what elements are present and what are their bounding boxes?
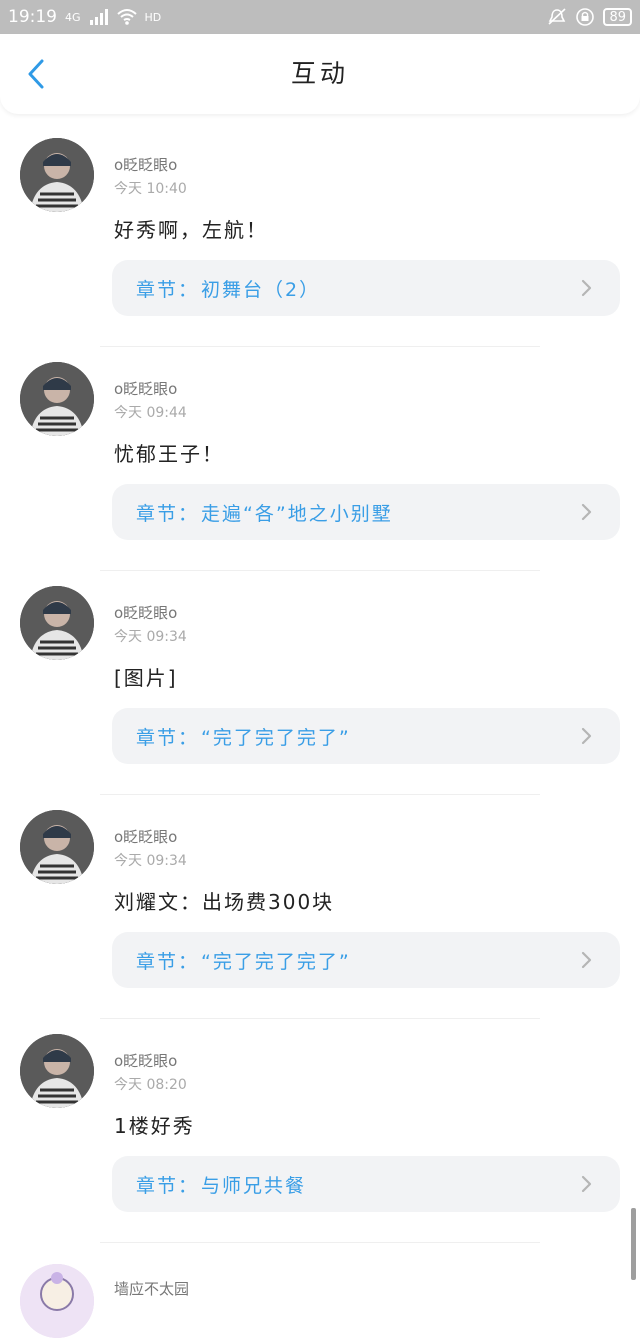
message-content: [图片]: [114, 666, 178, 690]
chevron-right-icon: [581, 503, 592, 521]
chevron-right-icon: [581, 279, 592, 297]
scrollbar[interactable]: [631, 1208, 636, 1280]
username: 墙应不太园: [114, 1280, 190, 1298]
avatar[interactable]: [20, 1034, 94, 1108]
hd-badge: HD: [144, 10, 162, 24]
chapter-link[interactable]: 章节： 走遍“各”地之小别墅: [112, 484, 620, 540]
mute-icon: [548, 8, 567, 25]
avatar-image: [20, 1034, 94, 1108]
chapter-title: 走遍“各”地之小别墅: [201, 502, 393, 525]
header-bar: 互动: [0, 34, 640, 114]
timestamp: 今天 08:20: [114, 1077, 187, 1093]
message-item[interactable]: o眨眨眼o 今天 08:20 1楼好秀 章节： 与师兄共餐: [0, 1020, 640, 1244]
message-content: 好秀啊，左航！: [114, 218, 268, 242]
timestamp: 今天 09:34: [114, 853, 187, 869]
username: o眨眨眼o: [114, 1052, 178, 1070]
chapter-title: 与师兄共餐: [201, 1174, 307, 1197]
status-bar: 19:19 4G HD 89: [0, 0, 640, 34]
chapter-label: 章节：: [136, 950, 200, 973]
chapter-title: 初舞台（2）: [201, 278, 321, 301]
chevron-right-icon: [581, 1175, 592, 1193]
divider: [100, 1018, 540, 1019]
lock-icon: [576, 8, 595, 26]
timestamp: 今天 09:44: [114, 405, 187, 421]
chapter-title: “完了完了完了”: [201, 950, 351, 973]
message-item[interactable]: o眨眨眼o 今天 10:40 好秀啊，左航！ 章节： 初舞台（2）: [0, 124, 640, 348]
chapter-label: 章节：: [136, 726, 200, 749]
battery-level: 89: [603, 8, 632, 26]
avatar-image: [20, 586, 94, 660]
avatar-image: [20, 1264, 94, 1338]
avatar-image: [20, 810, 94, 884]
message-content: 刘耀文：出场费300块: [114, 890, 335, 914]
timestamp: 今天 10:40: [114, 181, 187, 197]
avatar-image: [20, 362, 94, 436]
message-content: 1楼好秀: [114, 1114, 195, 1138]
chapter-label: 章节：: [136, 278, 200, 301]
chevron-right-icon: [581, 951, 592, 969]
chapter-link[interactable]: 章节： 初舞台（2）: [112, 260, 620, 316]
avatar[interactable]: [20, 810, 94, 884]
message-item[interactable]: o眨眨眼o 今天 09:34 刘耀文：出场费300块 章节： “完了完了完了”: [0, 796, 640, 1020]
message-content: 忧郁王子！: [114, 442, 224, 466]
chapter-link[interactable]: 章节： 与师兄共餐: [112, 1156, 620, 1212]
divider: [100, 570, 540, 571]
avatar[interactable]: [20, 1264, 94, 1338]
divider: [100, 1242, 540, 1243]
chapter-link[interactable]: 章节： “完了完了完了”: [112, 708, 620, 764]
avatar[interactable]: [20, 586, 94, 660]
avatar[interactable]: [20, 138, 94, 212]
username: o眨眨眼o: [114, 156, 178, 174]
avatar-image: [20, 138, 94, 212]
status-time: 19:19: [8, 7, 57, 27]
signal-icon: [89, 9, 108, 25]
divider: [100, 794, 540, 795]
page-title: 互动: [290, 59, 349, 88]
divider: [100, 346, 540, 347]
username: o眨眨眼o: [114, 828, 178, 846]
chapter-title: “完了完了完了”: [201, 726, 351, 749]
message-list[interactable]: o眨眨眼o 今天 10:40 好秀啊，左航！ 章节： 初舞台（2） o眨眨眼o …: [0, 114, 640, 1338]
chapter-link[interactable]: 章节： “完了完了完了”: [112, 932, 620, 988]
avatar[interactable]: [20, 362, 94, 436]
timestamp: 今天 09:34: [114, 629, 187, 645]
message-item[interactable]: o眨眨眼o 今天 09:44 忧郁王子！ 章节： 走遍“各”地之小别墅: [0, 348, 640, 572]
message-item-partial[interactable]: 墙应不太园: [0, 1244, 640, 1338]
username: o眨眨眼o: [114, 380, 178, 398]
username: o眨眨眼o: [114, 604, 178, 622]
chapter-label: 章节：: [136, 502, 200, 525]
network-type: 4G: [65, 10, 81, 24]
message-item[interactable]: o眨眨眼o 今天 09:34 [图片] 章节： “完了完了完了”: [0, 572, 640, 796]
chevron-right-icon: [581, 727, 592, 745]
wifi-icon: [116, 9, 137, 25]
chapter-label: 章节：: [136, 1174, 200, 1197]
